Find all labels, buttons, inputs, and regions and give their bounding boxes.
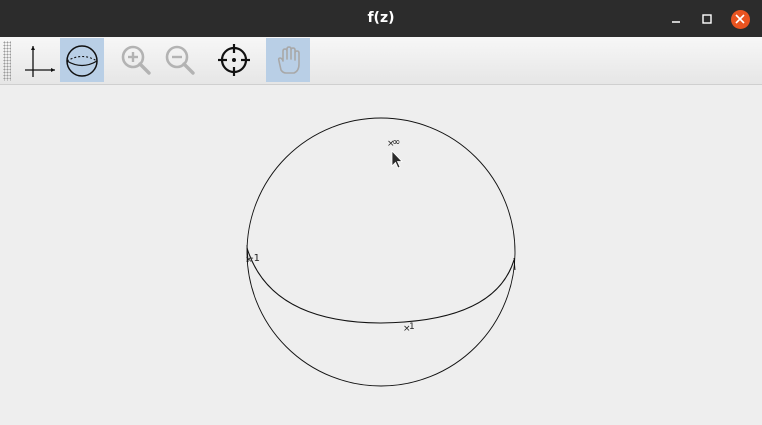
sphere-equator bbox=[246, 247, 515, 324]
maximize-icon bbox=[702, 14, 712, 24]
maximize-button[interactable] bbox=[697, 9, 717, 29]
zoom-in-button[interactable] bbox=[114, 38, 158, 82]
mouse-cursor-icon bbox=[391, 150, 403, 169]
minimize-icon bbox=[672, 21, 680, 23]
sphere-outline bbox=[246, 117, 516, 387]
zoom-out-icon bbox=[165, 45, 195, 75]
minus-one-label: -1 bbox=[250, 253, 260, 264]
close-button[interactable] bbox=[730, 9, 750, 29]
title-bar: f(z) bbox=[0, 0, 762, 37]
toolbar bbox=[0, 37, 762, 85]
toolbar-grip[interactable] bbox=[3, 41, 11, 81]
infinity-label: ∞ bbox=[392, 137, 400, 148]
sphere-view-button[interactable] bbox=[60, 38, 104, 82]
close-icon bbox=[730, 9, 750, 29]
plot-canvas[interactable]: × ∞ × -1 × 1 bbox=[0, 85, 762, 421]
window-title: f(z) bbox=[367, 10, 395, 26]
center-button[interactable] bbox=[212, 38, 256, 82]
axes-view-button[interactable] bbox=[17, 38, 61, 82]
hand-icon bbox=[277, 46, 300, 74]
axes-icon bbox=[25, 46, 55, 77]
pan-button[interactable] bbox=[266, 38, 310, 82]
riemann-sphere[interactable]: × ∞ × -1 × 1 bbox=[0, 85, 762, 421]
riemann-sphere-icon bbox=[66, 45, 98, 77]
zoom-in-icon bbox=[121, 45, 151, 75]
minimize-button[interactable] bbox=[666, 9, 686, 29]
one-label: 1 bbox=[409, 322, 415, 332]
crosshair-icon bbox=[218, 44, 250, 76]
zoom-out-button[interactable] bbox=[158, 38, 202, 82]
